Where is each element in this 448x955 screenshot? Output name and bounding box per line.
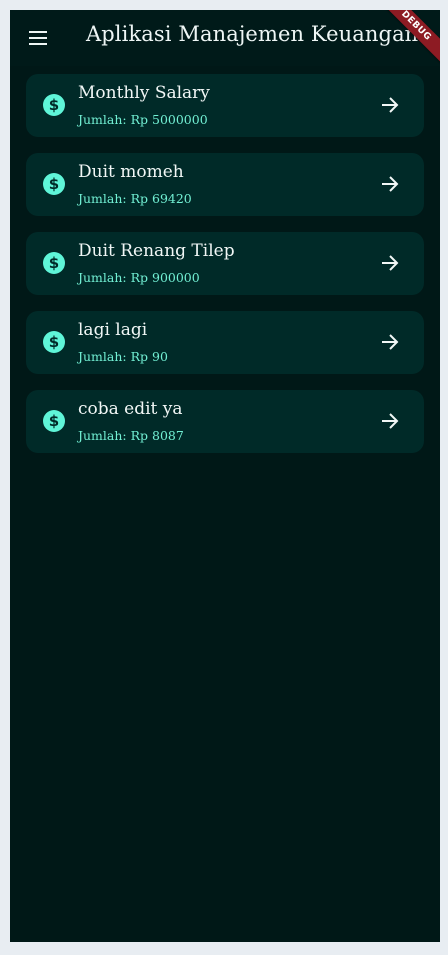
menu-button[interactable] (22, 24, 54, 52)
item-title: Duit Renang Tilep (78, 241, 235, 261)
menu-icon (29, 31, 47, 45)
arrow-right-icon[interactable] (380, 253, 400, 273)
app-screen: Aplikasi Manajemen Keuangan DEBUG $ Mont… (10, 10, 440, 942)
arrow-right-icon[interactable] (380, 95, 400, 115)
list-item[interactable]: $ coba edit ya Jumlah: Rp 8087 (26, 390, 424, 453)
list-item[interactable]: $ Monthly Salary Jumlah: Rp 5000000 (26, 74, 424, 137)
transaction-list: $ Monthly Salary Jumlah: Rp 5000000 $ Du… (26, 74, 424, 469)
dollar-coin-icon: $ (43, 331, 65, 353)
item-title: Monthly Salary (78, 83, 210, 103)
item-title: lagi lagi (78, 320, 148, 340)
dollar-coin-icon: $ (43, 410, 65, 432)
app-bar: Aplikasi Manajemen Keuangan DEBUG (10, 10, 440, 68)
item-title: Duit momeh (78, 162, 184, 182)
dollar-coin-icon: $ (43, 252, 65, 274)
item-amount: Jumlah: Rp 5000000 (78, 112, 208, 127)
arrow-right-icon[interactable] (380, 332, 400, 352)
item-amount: Jumlah: Rp 8087 (78, 428, 184, 443)
arrow-right-icon[interactable] (380, 174, 400, 194)
arrow-right-icon[interactable] (380, 411, 400, 431)
item-title: coba edit ya (78, 399, 183, 419)
dollar-coin-icon: $ (43, 173, 65, 195)
page-title: Aplikasi Manajemen Keuangan (86, 22, 419, 46)
item-amount: Jumlah: Rp 69420 (78, 191, 192, 206)
item-amount: Jumlah: Rp 900000 (78, 270, 200, 285)
dollar-coin-icon: $ (43, 94, 65, 116)
list-item[interactable]: $ Duit momeh Jumlah: Rp 69420 (26, 153, 424, 216)
list-item[interactable]: $ lagi lagi Jumlah: Rp 90 (26, 311, 424, 374)
list-item[interactable]: $ Duit Renang Tilep Jumlah: Rp 900000 (26, 232, 424, 295)
item-amount: Jumlah: Rp 90 (78, 349, 168, 364)
